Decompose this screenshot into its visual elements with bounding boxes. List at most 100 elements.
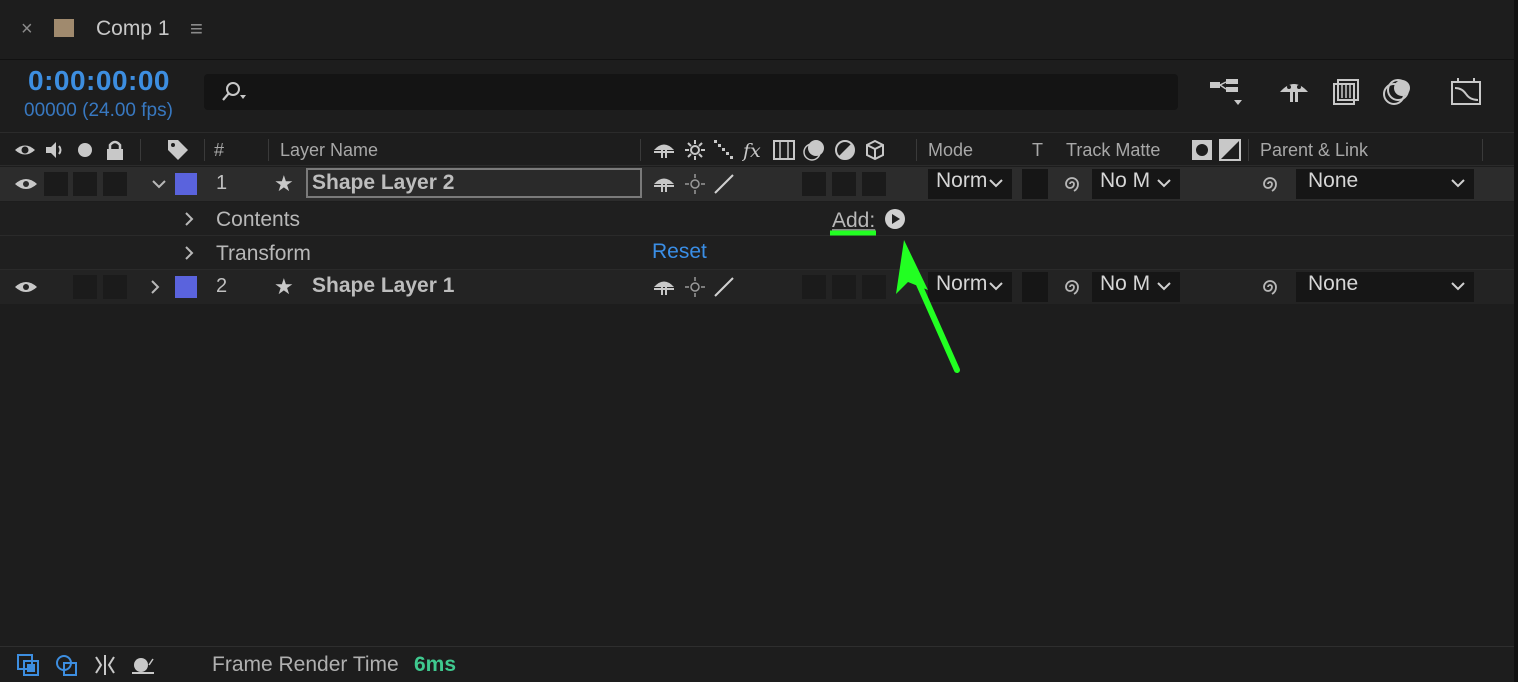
- column-layer-name[interactable]: Layer Name: [280, 140, 378, 161]
- frame-blending-icon[interactable]: [1328, 76, 1364, 108]
- chevron-right-icon[interactable]: [180, 210, 198, 228]
- add-label[interactable]: Add:: [832, 209, 875, 233]
- eye-visibility-icon[interactable]: [14, 176, 38, 192]
- effects-fx-icon[interactable]: fx: [742, 138, 766, 162]
- panel-right-edge: [1514, 0, 1518, 682]
- layer-search-field[interactable]: [204, 74, 1178, 110]
- frame-render-time-value: 6ms: [414, 653, 457, 676]
- 3d-toggle[interactable]: [862, 172, 886, 196]
- timeline-footer: Frame Render Time 6ms: [0, 646, 1518, 682]
- shy-layers-icon[interactable]: [1276, 76, 1312, 108]
- panel-menu-button[interactable]: ≡: [190, 16, 203, 42]
- contents-label[interactable]: Contents: [216, 208, 300, 232]
- lock-toggle[interactable]: [103, 275, 127, 299]
- preserve-transparency-toggle[interactable]: [1022, 169, 1048, 199]
- svg-text:fx: fx: [742, 140, 761, 162]
- collapse-switch-icon[interactable]: [683, 173, 707, 195]
- motion-blur-toggle[interactable]: [802, 275, 826, 299]
- chevron-down-icon: [1157, 179, 1171, 188]
- add-menu-button[interactable]: [884, 208, 906, 230]
- shy-switch-icon[interactable]: [652, 138, 676, 162]
- column-number[interactable]: #: [214, 140, 224, 161]
- blend-mode-value: Norm: [936, 272, 988, 295]
- quality-line-icon[interactable]: [712, 276, 736, 298]
- audio-toggle[interactable]: [44, 172, 68, 196]
- motion-blur-switch-icon[interactable]: [802, 138, 826, 162]
- parent-dropdown[interactable]: None: [1296, 272, 1474, 302]
- solo-icon[interactable]: [73, 138, 97, 162]
- frame-render-time-label: Frame Render Time: [212, 653, 399, 676]
- lock-icon[interactable]: [103, 138, 127, 162]
- frame-blend-switch-icon[interactable]: [772, 138, 796, 162]
- audio-icon[interactable]: [43, 138, 67, 162]
- in-out-duration-icon[interactable]: [92, 653, 118, 677]
- preserve-transparency-toggle[interactable]: [1022, 272, 1048, 302]
- transform-property-row: Transform Reset: [0, 236, 1514, 270]
- video-visibility-icon[interactable]: [13, 138, 37, 162]
- column-parent-link[interactable]: Parent & Link: [1260, 140, 1368, 161]
- column-t[interactable]: T: [1032, 140, 1043, 161]
- adjustment-layer-icon[interactable]: [833, 138, 857, 162]
- solo-toggle[interactable]: [73, 275, 97, 299]
- comp-color-swatch: [54, 19, 74, 37]
- track-matte-dropdown[interactable]: No M: [1092, 169, 1180, 199]
- collapse-transform-icon[interactable]: [683, 138, 707, 162]
- layer-number: 1: [216, 172, 228, 194]
- pick-whip-spiral-icon[interactable]: [1060, 276, 1084, 298]
- composition-flowchart-icon[interactable]: [1208, 76, 1244, 108]
- chevron-right-icon[interactable]: [146, 278, 164, 296]
- layer-name[interactable]: Shape Layer 2: [312, 171, 454, 195]
- parent-dropdown[interactable]: None: [1296, 169, 1474, 199]
- lock-toggle[interactable]: [103, 172, 127, 196]
- reset-link[interactable]: Reset: [652, 240, 707, 264]
- solo-toggle[interactable]: [73, 172, 97, 196]
- layer-row[interactable]: 2 ★ Shape Layer 1 Norm No M None: [0, 270, 1518, 304]
- layer-column-header: # Layer Name fx Mode T Track Matte Paren…: [0, 132, 1518, 166]
- adjustment-toggle[interactable]: [832, 275, 856, 299]
- column-mode[interactable]: Mode: [928, 140, 973, 161]
- chevron-down-icon: [989, 282, 1003, 291]
- layer-row[interactable]: 1 ★ Shape Layer 2 Norm No M None: [0, 167, 1518, 201]
- pick-whip-spiral-icon[interactable]: [1060, 173, 1084, 195]
- shy-switch-icon[interactable]: [652, 173, 676, 195]
- graph-editor-icon[interactable]: [1448, 76, 1484, 108]
- motion-blur-icon[interactable]: [1380, 76, 1416, 108]
- chevron-down-icon: [1157, 282, 1171, 291]
- quality-icon[interactable]: [712, 138, 736, 162]
- layer-switches-icon[interactable]: [16, 653, 42, 677]
- layer-name[interactable]: Shape Layer 1: [312, 274, 454, 298]
- layer-label-color[interactable]: [175, 276, 197, 298]
- track-matte-dropdown[interactable]: No M: [1092, 272, 1180, 302]
- transfer-controls-icon[interactable]: [54, 653, 80, 677]
- motion-blur-toggle[interactable]: [802, 172, 826, 196]
- blend-mode-dropdown[interactable]: Norm: [928, 272, 1012, 302]
- layer-number: 2: [216, 275, 228, 297]
- layer-label-color[interactable]: [175, 173, 197, 195]
- collapse-switch-icon[interactable]: [683, 276, 707, 298]
- label-tag-icon[interactable]: [166, 138, 190, 162]
- matte-invert-icon[interactable]: [1218, 138, 1242, 162]
- chevron-down-icon[interactable]: [150, 175, 168, 193]
- 3d-toggle[interactable]: [862, 275, 886, 299]
- eye-visibility-icon[interactable]: [14, 279, 38, 295]
- matte-alpha-icon[interactable]: [1190, 138, 1214, 162]
- blend-mode-value: Norm: [936, 169, 988, 192]
- parent-pick-whip-icon[interactable]: [1258, 173, 1282, 195]
- parent-pick-whip-icon[interactable]: [1258, 276, 1282, 298]
- chevron-down-icon: [1451, 282, 1465, 291]
- transform-label[interactable]: Transform: [216, 242, 311, 266]
- quality-line-icon[interactable]: [712, 173, 736, 195]
- parent-value: None: [1308, 272, 1359, 295]
- 3d-layer-icon[interactable]: [863, 138, 887, 162]
- shy-switch-icon[interactable]: [652, 276, 676, 298]
- render-time-snail-icon[interactable]: [130, 653, 156, 677]
- chevron-down-icon: [1451, 179, 1465, 188]
- adjustment-toggle[interactable]: [832, 172, 856, 196]
- blend-mode-dropdown[interactable]: Norm: [928, 169, 1012, 199]
- column-track-matte[interactable]: Track Matte: [1066, 140, 1160, 161]
- current-time-display[interactable]: 0:00:00:00: [28, 65, 170, 97]
- composition-tab-title[interactable]: Comp 1: [96, 17, 170, 41]
- close-tab-button[interactable]: ×: [21, 18, 33, 41]
- chevron-right-icon[interactable]: [180, 244, 198, 262]
- parent-value: None: [1308, 169, 1359, 192]
